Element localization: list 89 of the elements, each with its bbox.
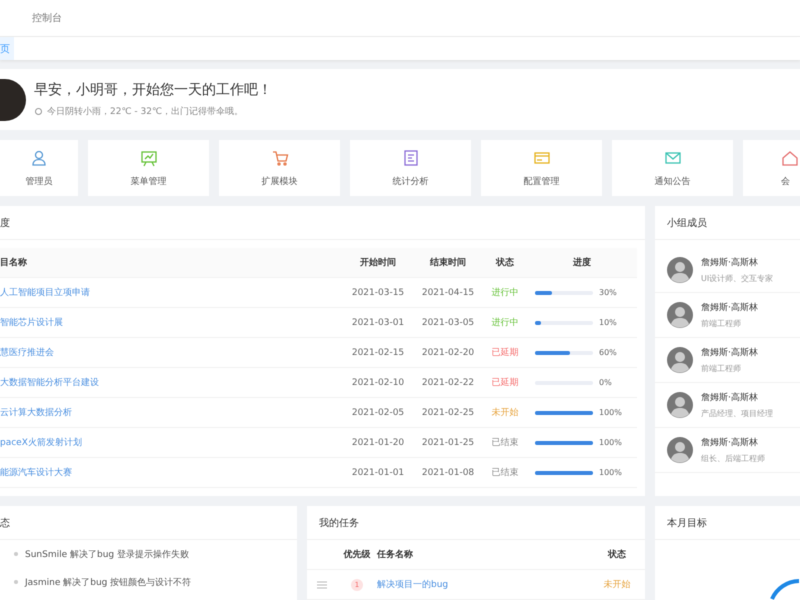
table-cell-text: 2021-01-08 bbox=[420, 468, 476, 478]
member-name: 詹姆斯·高斯林 bbox=[701, 436, 759, 449]
shortcut-card[interactable]: 配置管理 bbox=[481, 140, 602, 196]
bullet-dot bbox=[14, 552, 18, 556]
progress-ring-drawing bbox=[770, 578, 800, 600]
activity-text: SunSmile 解决了bug 登录提示操作失败 bbox=[25, 548, 189, 560]
shortcut-card[interactable]: 扩展模块 bbox=[219, 140, 340, 196]
project-link[interactable]: 能源汽车设计大赛 bbox=[0, 466, 343, 479]
status-text: 进行中 bbox=[490, 286, 520, 299]
table-cell-text: 2021-02-10 bbox=[350, 378, 406, 388]
column-header: 进度 bbox=[572, 256, 592, 269]
table-cell-text: 2021-01-20 bbox=[350, 438, 406, 448]
table-cell-text: 2021-02-05 bbox=[350, 408, 406, 418]
table-cell-text: 2021-01-01 bbox=[350, 468, 406, 478]
table-cell-text: 2021-03-05 bbox=[420, 318, 476, 328]
activity-text: Jasmine 解决了bug 按钮颜色与设计不符 bbox=[25, 576, 192, 588]
project-link[interactable]: 云计算大数据分析 bbox=[0, 406, 343, 419]
status-text: 已结束 bbox=[490, 466, 520, 479]
status-text: 已结束 bbox=[490, 436, 520, 449]
table-cell-text: 2021-03-01 bbox=[350, 318, 406, 328]
column-header: 结束时间 bbox=[428, 256, 467, 269]
panel-title: 态 bbox=[0, 516, 10, 530]
progress-percent: 100% bbox=[599, 438, 622, 447]
project-link[interactable]: 人工智能项目立项申请 bbox=[0, 286, 343, 299]
house-icon bbox=[781, 148, 799, 167]
chart-board-icon bbox=[140, 148, 158, 167]
member-name: 詹姆斯·高斯林 bbox=[701, 346, 758, 359]
table-cell-text: 2021-01-25 bbox=[420, 438, 476, 448]
column-header: 任务名称 bbox=[377, 548, 414, 561]
user-icon bbox=[30, 148, 48, 167]
column-header: 状态 bbox=[494, 256, 515, 269]
panel-title: 本月目标 bbox=[666, 516, 707, 530]
avatar bbox=[0, 78, 26, 121]
column-header: 状态 bbox=[606, 548, 627, 561]
avatar-silhouette-icon bbox=[667, 437, 693, 463]
status-text: 已延期 bbox=[490, 376, 520, 389]
avatar-silhouette-icon bbox=[667, 347, 693, 373]
column-header: 开始时间 bbox=[359, 256, 397, 269]
tab[interactable]: 页 bbox=[0, 37, 14, 60]
breadcrumb[interactable]: 控制台 bbox=[32, 11, 62, 26]
panel-title: 度 bbox=[0, 216, 10, 230]
avatar-silhouette-icon bbox=[667, 257, 693, 283]
member-role: UI设计师、交互专家 bbox=[701, 273, 774, 284]
member-name: 詹姆斯·高斯林 bbox=[701, 256, 759, 269]
progress-percent: 100% bbox=[599, 468, 622, 477]
table-cell-text: 2021-03-15 bbox=[350, 288, 406, 298]
status-text: 未开始 bbox=[490, 406, 520, 419]
column-header: 优先级 bbox=[342, 548, 372, 561]
member-role: 组长、后端工程师 bbox=[701, 453, 765, 464]
status-text: 进行中 bbox=[490, 316, 520, 329]
shortcut-card[interactable]: 会 bbox=[743, 140, 800, 196]
cart-icon bbox=[270, 148, 288, 167]
drag-handle-icon[interactable] bbox=[317, 580, 327, 588]
member-name: 詹姆斯·高斯林 bbox=[701, 392, 759, 404]
avatar-silhouette-icon bbox=[667, 392, 693, 418]
panel-title: 小组成员 bbox=[666, 216, 707, 230]
table-cell-text: 2021-02-25 bbox=[420, 408, 476, 418]
table-cell-text: 2021-02-20 bbox=[420, 348, 476, 358]
member-role: 前端工程师 bbox=[701, 363, 742, 374]
table-cell-text: 2021-02-15 bbox=[350, 348, 406, 358]
progress-percent: 60% bbox=[599, 348, 617, 357]
column-header: 目名称 bbox=[0, 256, 28, 269]
member-role: 产品经理、项目经理 bbox=[701, 408, 773, 419]
sun-icon bbox=[34, 107, 43, 116]
weather-text: 今日阴转小雨，22℃ - 32℃，出门记得带伞哦。 bbox=[47, 106, 244, 118]
progress-percent: 30% bbox=[599, 288, 617, 297]
shortcut-card[interactable]: 通知公告 bbox=[612, 140, 733, 196]
status-text: 未开始 bbox=[602, 578, 632, 591]
progress-percent: 10% bbox=[599, 318, 617, 327]
table-cell-text: 2021-02-22 bbox=[420, 378, 476, 388]
status-text: 已延期 bbox=[490, 346, 520, 359]
avatar-silhouette-icon bbox=[667, 302, 693, 328]
table-cell-text: 2021-04-15 bbox=[420, 288, 476, 298]
shortcut-card[interactable]: 统计分析 bbox=[350, 140, 471, 196]
project-link[interactable]: 大数据智能分析平台建设 bbox=[0, 376, 343, 389]
member-role: 前端工程师 bbox=[701, 318, 742, 329]
document-icon bbox=[402, 148, 420, 167]
greeting-title: 早安，小明哥，开始您一天的工作吧！ bbox=[34, 81, 272, 100]
member-name: 詹姆斯·高斯林 bbox=[701, 302, 758, 314]
project-link[interactable]: 智能芯片设计展 bbox=[0, 316, 343, 329]
project-link[interactable]: paceX火箭发射计划 bbox=[0, 436, 343, 449]
progress-percent: 100% bbox=[599, 408, 622, 417]
task-link[interactable]: 解决项目一的bug bbox=[377, 578, 597, 591]
project-link[interactable]: 慧医疗推进会 bbox=[0, 346, 343, 359]
bullet-dot bbox=[14, 580, 18, 584]
progress-percent: 0% bbox=[599, 378, 612, 387]
shortcut-card[interactable]: 菜单管理 bbox=[88, 140, 209, 196]
shortcut-card[interactable]: 管理员 bbox=[0, 140, 78, 196]
panel-title: 我的任务 bbox=[318, 516, 359, 530]
